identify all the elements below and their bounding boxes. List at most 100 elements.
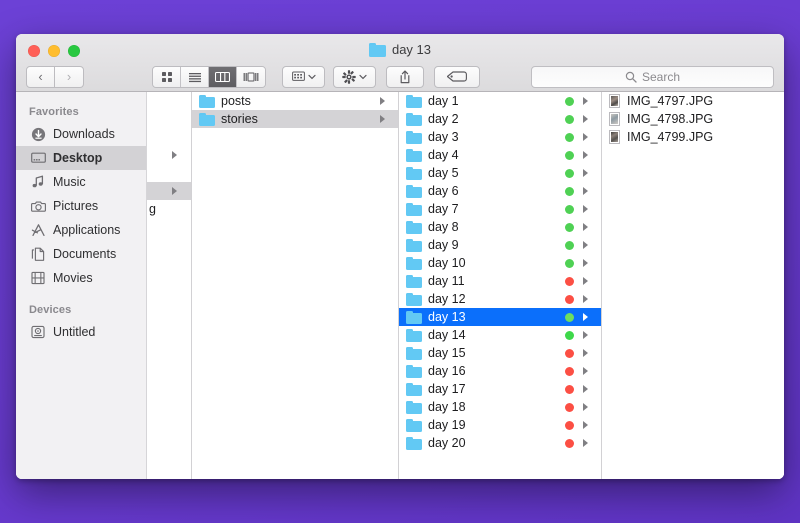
list-item-day[interactable]: day 16 xyxy=(399,362,601,380)
disclosure-triangle-icon xyxy=(583,187,597,195)
list-item-day[interactable]: day 15 xyxy=(399,344,601,362)
column-days[interactable]: day 1 day 2 day 3 day 4 day 5 day 6 day 7 day 8… xyxy=(399,92,602,479)
list-item[interactable] xyxy=(147,164,191,182)
item-label: day 16 xyxy=(428,364,466,378)
file-label: IMG_4799.JPG xyxy=(627,130,714,144)
folder-icon xyxy=(406,94,422,108)
file-label: IMG_4798.JPG xyxy=(627,112,714,126)
list-item-file[interactable]: IMG_4798.JPG xyxy=(602,110,784,128)
sidebar-item-documents[interactable]: Documents xyxy=(16,242,146,266)
list-item-day[interactable]: day 14 xyxy=(399,326,601,344)
share-button[interactable] xyxy=(386,65,424,88)
forward-button[interactable]: › xyxy=(55,65,84,88)
search-field[interactable]: Search xyxy=(531,65,774,88)
sidebar-item-desktop[interactable]: Desktop xyxy=(16,146,146,170)
list-item-day[interactable]: day 5 xyxy=(399,164,601,182)
list-item[interactable] xyxy=(147,92,191,110)
sidebar-item-untitled[interactable]: Untitled xyxy=(16,320,146,344)
list-item-day[interactable]: day 3 xyxy=(399,128,601,146)
traffic-lights xyxy=(28,45,80,57)
zoom-button[interactable] xyxy=(68,45,80,57)
list-item-day[interactable]: day 17 xyxy=(399,380,601,398)
disclosure-triangle-icon xyxy=(583,169,597,177)
action-menu-button[interactable] xyxy=(333,65,376,88)
chevron-down-icon xyxy=(307,74,316,79)
column-hidden-partial[interactable]: g xyxy=(147,92,192,479)
folder-icon xyxy=(406,328,422,342)
folder-icon xyxy=(406,436,422,450)
list-item[interactable] xyxy=(147,146,191,164)
gear-icon xyxy=(342,69,356,84)
list-item-day[interactable]: day 20 xyxy=(399,434,601,452)
sidebar-item-downloads[interactable]: Downloads xyxy=(16,122,146,146)
list-item-day[interactable]: day 6 xyxy=(399,182,601,200)
list-item-file[interactable]: IMG_4797.JPG xyxy=(602,92,784,110)
item-label: stories xyxy=(221,112,258,126)
item-label: day 11 xyxy=(428,274,465,288)
list-item[interactable] xyxy=(147,182,191,200)
gallery-view-button[interactable] xyxy=(237,66,265,87)
tag-dot xyxy=(565,96,574,106)
folder-icon xyxy=(406,418,422,432)
close-button[interactable] xyxy=(28,45,40,57)
tags-button[interactable] xyxy=(434,65,480,88)
column-files[interactable]: IMG_4797.JPG IMG_4798.JPG IMG_4799.JPG xyxy=(602,92,784,479)
list-item-posts[interactable]: posts xyxy=(192,92,398,110)
item-label: day 15 xyxy=(428,346,466,360)
disclosure-triangle-icon xyxy=(583,313,597,321)
list-item-day[interactable]: day 8 xyxy=(399,218,601,236)
item-label: day 5 xyxy=(428,166,459,180)
search-icon xyxy=(625,71,637,83)
list-item-day[interactable]: day 13 xyxy=(399,308,601,326)
chevron-right-icon: › xyxy=(66,69,72,84)
minimize-button[interactable] xyxy=(48,45,60,57)
tag-dot xyxy=(565,114,574,124)
item-label: day 18 xyxy=(428,400,466,414)
list-item-day[interactable]: day 11 xyxy=(399,272,601,290)
list-item[interactable]: g xyxy=(147,200,191,218)
sidebar-item-pictures[interactable]: Pictures xyxy=(16,194,146,218)
list-item-day[interactable]: day 1 xyxy=(399,92,601,110)
image-thumbnail-icon xyxy=(609,112,620,126)
folder-icon xyxy=(406,382,422,396)
list-item[interactable] xyxy=(147,110,191,128)
item-label: day 12 xyxy=(428,292,466,306)
item-label: day 8 xyxy=(428,220,459,234)
list-item-day[interactable]: day 10 xyxy=(399,254,601,272)
arrange-by-button[interactable] xyxy=(282,65,325,88)
disclosure-triangle-icon xyxy=(583,295,597,303)
list-item-day[interactable]: day 7 xyxy=(399,200,601,218)
item-label: day 20 xyxy=(428,436,466,450)
folder-icon xyxy=(199,94,215,108)
disclosure-triangle-icon xyxy=(380,115,394,123)
sidebar-item-movies[interactable]: Movies xyxy=(16,266,146,290)
tag-dot xyxy=(565,420,574,430)
item-label: day 7 xyxy=(428,202,459,216)
list-item-file[interactable]: IMG_4799.JPG xyxy=(602,128,784,146)
list-item-day[interactable]: day 4 xyxy=(399,146,601,164)
list-item-day[interactable]: day 18 xyxy=(399,398,601,416)
chevron-left-icon: ‹ xyxy=(38,69,43,84)
list-item-day[interactable]: day 19 xyxy=(399,416,601,434)
list-view-button[interactable] xyxy=(181,66,209,87)
tag-dot xyxy=(565,312,574,322)
folder-icon xyxy=(406,130,422,144)
list-item-day[interactable]: day 12 xyxy=(399,290,601,308)
sidebar-item-music[interactable]: Music xyxy=(16,170,146,194)
sidebar-item-applications[interactable]: Applications xyxy=(16,218,146,242)
list-item-day[interactable]: day 2 xyxy=(399,110,601,128)
list-item-day[interactable]: day 9 xyxy=(399,236,601,254)
disclosure-triangle-icon xyxy=(583,439,597,447)
disclosure-triangle-icon xyxy=(583,133,597,141)
tag-dot xyxy=(565,384,574,394)
back-button[interactable]: ‹ xyxy=(26,65,55,88)
list-item-stories[interactable]: stories xyxy=(192,110,398,128)
tag-dot xyxy=(565,258,574,268)
applications-icon xyxy=(30,222,46,238)
column-folders[interactable]: posts stories xyxy=(192,92,399,479)
column-view-button[interactable] xyxy=(209,66,237,87)
list-item[interactable] xyxy=(147,128,191,146)
icon-view-button[interactable] xyxy=(153,66,181,87)
harddisk-icon xyxy=(30,324,46,340)
disclosure-triangle-icon xyxy=(583,223,597,231)
